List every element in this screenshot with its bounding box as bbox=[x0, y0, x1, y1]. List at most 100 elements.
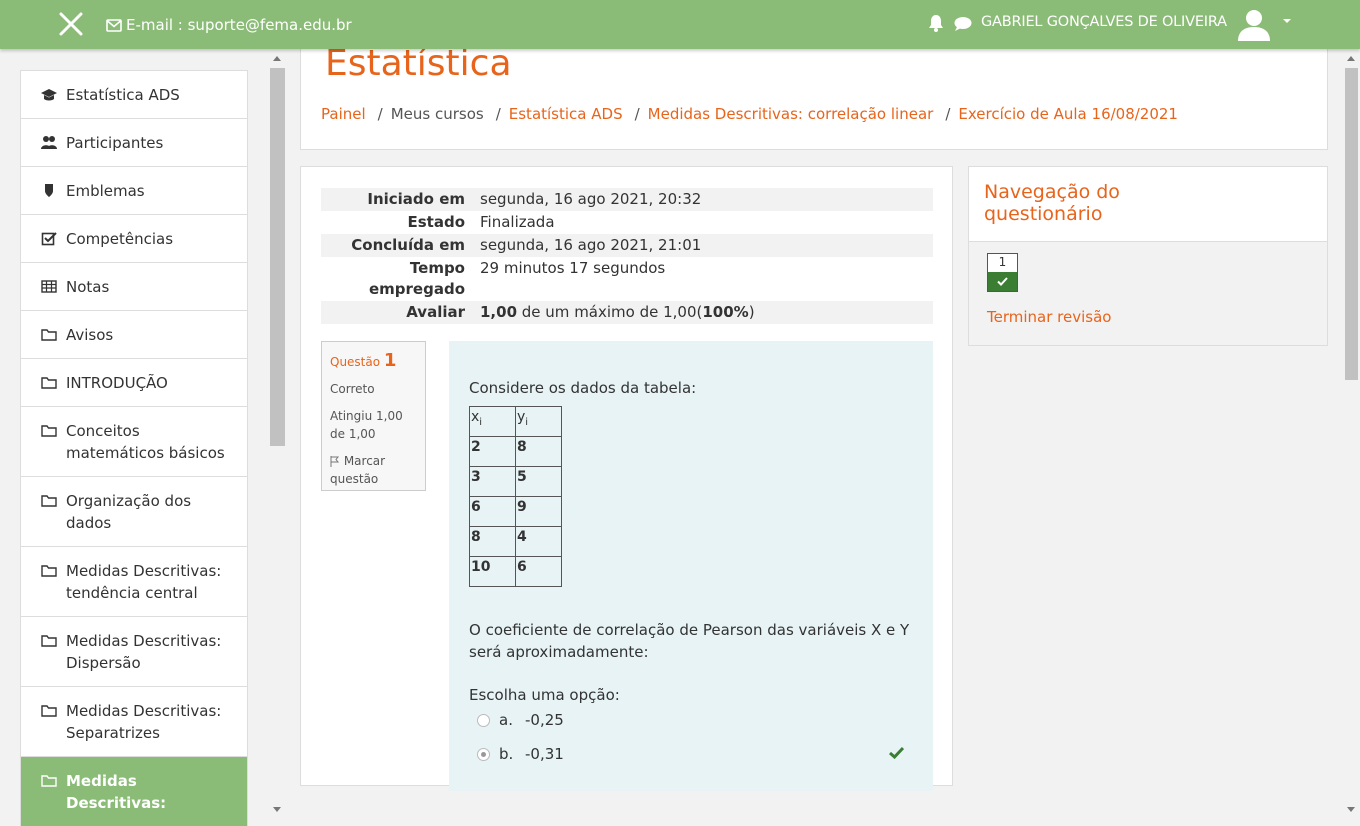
answer-option-b[interactable]: b. -0,31 bbox=[477, 745, 564, 763]
question-number: Questão 1 bbox=[330, 350, 417, 371]
option-text: -0,31 bbox=[525, 745, 564, 763]
chevron-down-icon[interactable] bbox=[1282, 17, 1292, 25]
x-cell: 10 bbox=[469, 556, 516, 587]
grade-close: ) bbox=[748, 303, 755, 321]
support-email[interactable]: E-mail : suporte@fema.edu.br bbox=[106, 16, 352, 34]
sidebar-item-label: Competências bbox=[66, 230, 174, 248]
sidebar-item[interactable]: Participantes bbox=[20, 118, 248, 166]
table-row: Estado Finalizada bbox=[321, 211, 933, 234]
sidebar-item[interactable]: Medidas Descritivas: Separatrizes bbox=[20, 686, 248, 756]
drawer-scroll-thumb[interactable] bbox=[270, 68, 285, 446]
shield-icon bbox=[45, 184, 53, 197]
breadcrumb-quiz[interactable]: Exercício de Aula 16/08/2021 bbox=[958, 105, 1178, 123]
sidebar-item-label: Avisos bbox=[66, 326, 114, 344]
breadcrumb-section[interactable]: Medidas Descritivas: correlação linear bbox=[648, 105, 934, 123]
support-email-label: E-mail : suporte@fema.edu.br bbox=[126, 16, 352, 34]
folder-icon bbox=[41, 377, 57, 389]
option-letter: b. bbox=[499, 745, 514, 763]
breadcrumb-painel[interactable]: Painel bbox=[321, 105, 366, 123]
sidebar-item-label: Organização dos dados bbox=[66, 492, 192, 532]
question-prompt: O coeficiente de correlação de Pearson d… bbox=[469, 621, 910, 661]
grade-percent: 100% bbox=[702, 303, 749, 321]
grade-text: de um máximo de 1,00( bbox=[517, 303, 703, 321]
sidebar-item[interactable]: INTRODUÇÃO bbox=[20, 358, 248, 406]
question-nav-button-1[interactable]: 1 bbox=[987, 253, 1018, 292]
table-row: Tempo empregado 29 minutos 17 segundos bbox=[321, 257, 933, 301]
folder-icon bbox=[41, 705, 57, 717]
x-cell: 8 bbox=[469, 526, 516, 557]
close-drawer-icon[interactable] bbox=[58, 11, 84, 37]
summary-label: Concluída em bbox=[321, 234, 472, 257]
finish-review-link[interactable]: Terminar revisão bbox=[987, 308, 1111, 326]
sidebar-item-label: Estatística ADS bbox=[66, 86, 180, 104]
y-cell: 9 bbox=[515, 496, 562, 527]
sidebar-item[interactable]: Competências bbox=[20, 214, 248, 262]
radio-button-checked[interactable] bbox=[477, 747, 490, 761]
folder-icon bbox=[41, 565, 57, 577]
question-number-value: 1 bbox=[383, 350, 397, 371]
breadcrumb-separator: / bbox=[634, 105, 640, 123]
checkbox-icon bbox=[41, 232, 57, 246]
user-name[interactable]: GABRIEL GONÇALVES DE OLIVEIRA bbox=[981, 14, 1227, 30]
option-letter: a. bbox=[499, 711, 513, 729]
course-nav-drawer: Estatística ADS Participantes Emblemas Comp… bbox=[20, 70, 248, 826]
grade-score: 1,00 bbox=[480, 303, 518, 321]
breadcrumb-separator: / bbox=[945, 105, 951, 123]
sidebar-item[interactable]: Organização dos dados bbox=[20, 476, 248, 546]
flag-question-link[interactable]: Marcar questão bbox=[330, 452, 417, 488]
question-score: Atingiu 1,00 de 1,00 bbox=[330, 409, 403, 441]
summary-value: segunda, 16 ago 2021, 20:32 bbox=[472, 188, 933, 211]
table-row: 84 bbox=[469, 526, 562, 557]
page-scroll-thumb[interactable] bbox=[1345, 68, 1358, 380]
breadcrumb-separator: / bbox=[377, 105, 383, 123]
column-header-x: xi bbox=[469, 406, 516, 437]
question-label: Questão bbox=[330, 355, 381, 369]
data-table: xi yi 28 35 69 84 10 6 bbox=[469, 406, 562, 587]
x-cell: 2 bbox=[469, 436, 516, 467]
envelope-icon bbox=[106, 18, 122, 32]
table-header-row: xi yi bbox=[469, 406, 562, 437]
scroll-up-arrow-icon[interactable] bbox=[1347, 56, 1355, 61]
summary-value: Finalizada bbox=[480, 213, 555, 231]
avatar-icon[interactable] bbox=[1236, 6, 1272, 42]
sidebar-item[interactable]: Conceitos matemáticos básicos bbox=[20, 406, 248, 476]
breadcrumb: Painel / Meus cursos / Estatística ADS /… bbox=[321, 105, 1178, 123]
sidebar-item-label: Medidas Descritivas: Separatrizes bbox=[66, 702, 222, 742]
table-row: 69 bbox=[469, 496, 562, 527]
quiz-review-panel: Iniciado em segunda, 16 ago 2021, 20:32 … bbox=[300, 166, 953, 791]
sidebar-item[interactable]: Emblemas bbox=[20, 166, 248, 214]
breadcrumb-course[interactable]: Estatística ADS bbox=[509, 105, 623, 123]
question-correct-state bbox=[988, 272, 1017, 291]
sidebar-item-label: Conceitos matemáticos básicos bbox=[66, 422, 225, 462]
radio-button[interactable] bbox=[477, 713, 490, 727]
flag-icon bbox=[330, 456, 340, 467]
option-text: -0,25 bbox=[525, 711, 564, 729]
sidebar-item[interactable]: Notas bbox=[20, 262, 248, 310]
y-cell: 5 bbox=[515, 466, 562, 497]
sidebar-item[interactable]: Medidas Descritivas: bbox=[20, 756, 248, 826]
y-cell: 6 bbox=[515, 556, 562, 587]
bell-icon[interactable] bbox=[928, 14, 944, 32]
y-subscript: i bbox=[525, 416, 529, 428]
summary-value: segunda, 16 ago 2021, 21:01 bbox=[472, 234, 933, 257]
sidebar-item[interactable]: Medidas Descritivas: Dispersão bbox=[20, 616, 248, 686]
correct-check-icon bbox=[889, 746, 904, 759]
sidebar-item-label: Medidas Descritivas: bbox=[66, 772, 167, 812]
page-scrollbar[interactable] bbox=[1343, 50, 1360, 812]
folder-icon bbox=[41, 775, 57, 787]
sidebar-item[interactable]: Avisos bbox=[20, 310, 248, 358]
scroll-down-arrow-icon[interactable] bbox=[1347, 807, 1355, 812]
chat-icon[interactable] bbox=[954, 16, 972, 31]
scroll-up-arrow-icon[interactable] bbox=[273, 56, 281, 61]
summary-label: Estado bbox=[407, 213, 465, 231]
summary-label: Avaliar bbox=[321, 301, 472, 324]
sidebar-item[interactable]: Medidas Descritivas: tendência central bbox=[20, 546, 248, 616]
answer-option-a[interactable]: a. -0,25 bbox=[477, 711, 564, 729]
scroll-down-arrow-icon[interactable] bbox=[273, 807, 281, 812]
drawer-scrollbar[interactable] bbox=[270, 50, 285, 812]
sidebar-item[interactable]: Estatística ADS bbox=[20, 70, 248, 118]
table-icon bbox=[41, 280, 57, 293]
breadcrumb-separator: / bbox=[495, 105, 501, 123]
quiz-navigation-title: Navegação do questionário bbox=[984, 181, 1120, 225]
question-nav-number: 1 bbox=[998, 255, 1007, 269]
